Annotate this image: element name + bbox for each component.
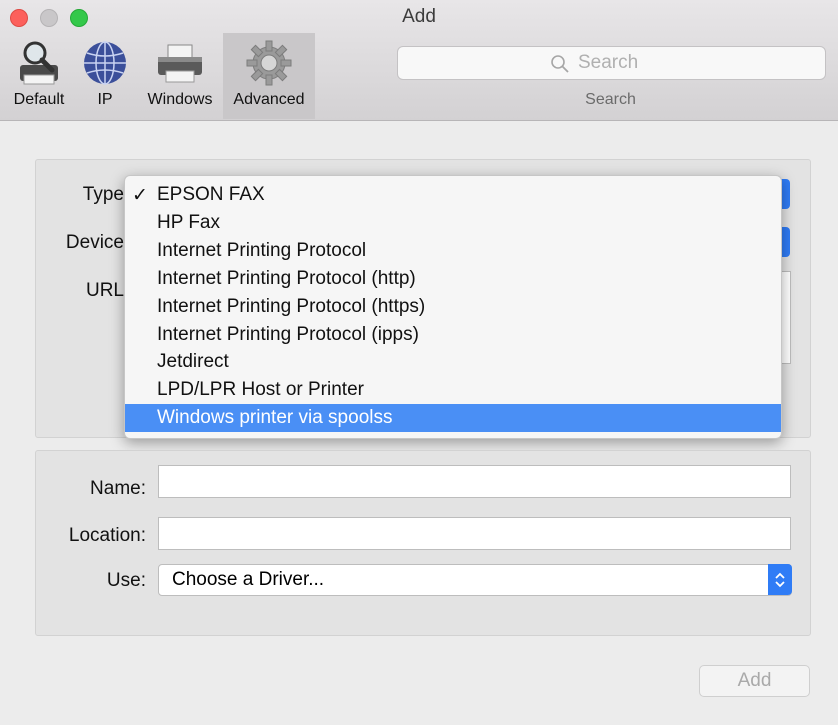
use-label: Use: bbox=[106, 570, 146, 591]
search-icon bbox=[550, 54, 570, 79]
gear-icon bbox=[245, 39, 293, 92]
device-label: Device bbox=[65, 232, 124, 253]
search-input[interactable]: Search bbox=[397, 46, 826, 80]
toolbar-ip[interactable]: IP bbox=[76, 33, 134, 119]
menu-item-jetdirect[interactable]: Jetdirect bbox=[125, 348, 781, 376]
location-label: Location: bbox=[68, 525, 146, 546]
toolbar-ip-label: IP bbox=[97, 91, 113, 108]
menu-item-ipp[interactable]: Internet Printing Protocol bbox=[125, 237, 781, 265]
toolbar-default[interactable]: Default bbox=[4, 33, 74, 119]
magnifier-printer-icon bbox=[14, 39, 64, 92]
checkmark-icon: ✓ bbox=[132, 185, 148, 206]
window-title: Add bbox=[402, 6, 436, 27]
toolbar-windows-label: Windows bbox=[147, 91, 213, 108]
menu-item-windows-spoolss[interactable]: Windows printer via spoolss bbox=[125, 404, 781, 432]
globe-icon bbox=[81, 39, 129, 92]
menu-item-lpd-lpr[interactable]: LPD/LPR Host or Printer bbox=[125, 376, 781, 404]
search-caption: Search bbox=[585, 91, 636, 108]
menu-item-ipp-http[interactable]: Internet Printing Protocol (http) bbox=[125, 265, 781, 293]
popup-stepper-icon bbox=[768, 564, 792, 595]
toolbar-advanced[interactable]: Advanced bbox=[223, 33, 315, 119]
use-driver-value: Choose a Driver... bbox=[172, 569, 325, 590]
menu-item-ipp-https[interactable]: Internet Printing Protocol (https) bbox=[125, 293, 781, 321]
printer-icon bbox=[154, 39, 206, 92]
title-bar: Add Default IP Windows Advanced Search S… bbox=[0, 0, 838, 121]
toolbar-advanced-label: Advanced bbox=[233, 91, 305, 108]
type-dropdown-menu: ✓ EPSON FAX HP Fax Internet Printing Pro… bbox=[124, 175, 782, 439]
name-label: Name: bbox=[90, 478, 146, 499]
toolbar-default-label: Default bbox=[13, 91, 65, 108]
menu-item-hp-fax[interactable]: HP Fax bbox=[125, 209, 781, 237]
add-button[interactable]: Add bbox=[699, 665, 810, 697]
use-driver-popup[interactable]: Choose a Driver... bbox=[158, 564, 792, 596]
name-field[interactable] bbox=[158, 465, 791, 498]
menu-item-epson-fax[interactable]: ✓ EPSON FAX bbox=[125, 181, 781, 209]
toolbar-windows[interactable]: Windows bbox=[140, 33, 220, 119]
search-placeholder: Search bbox=[578, 52, 639, 73]
url-label: URL bbox=[85, 280, 124, 301]
menu-item-ipp-ipps[interactable]: Internet Printing Protocol (ipps) bbox=[125, 321, 781, 349]
location-field[interactable] bbox=[158, 517, 791, 550]
type-label: Type bbox=[82, 184, 124, 205]
